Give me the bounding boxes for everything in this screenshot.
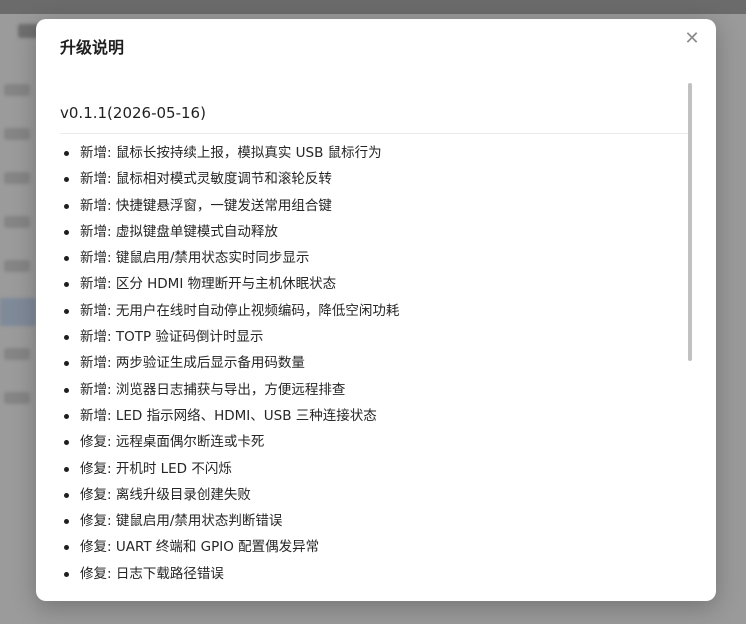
release-notes-content[interactable]: v0.1.1(2026-05-16) 新增: 鼠标长按持续上报，模拟真实 USB… [60, 91, 690, 601]
background-sidebar-item [4, 172, 30, 184]
bullet-icon [64, 177, 69, 183]
scrollbar-thumb[interactable] [688, 83, 692, 361]
bullet-icon [64, 571, 69, 577]
background-sidebar-item [4, 260, 30, 272]
bullet-icon [64, 413, 69, 419]
changelog-item: 修复: 远程桌面偶尔断连或卡死 [60, 429, 690, 455]
changelog-item-text: 修复: UART 终端和 GPIO 配置偶发异常 [80, 539, 320, 556]
bullet-icon [64, 519, 69, 525]
changelog-item: 新增: LED 指示网络、HDMI、USB 三种连接状态 [60, 403, 690, 429]
version-heading: v0.1.1(2026-05-16) [60, 91, 690, 134]
changelog-item-text: 新增: 键鼠启用/禁用状态实时同步显示 [80, 250, 310, 267]
background-sidebar-item [4, 348, 30, 360]
scrollbar[interactable] [688, 83, 692, 601]
bullet-icon [64, 282, 69, 288]
changelog-item-text: 新增: LED 指示网络、HDMI、USB 三种连接状态 [80, 407, 377, 424]
changelog-item: 新增: 键鼠启用/禁用状态实时同步显示 [60, 245, 690, 271]
background-sidebar-item [4, 216, 30, 228]
bullet-icon [64, 335, 69, 341]
close-icon: ✕ [684, 28, 700, 49]
close-button[interactable]: ✕ [682, 29, 702, 49]
background-sidebar-item [4, 392, 30, 404]
changelog-item-text: 新增: 无用户在线时自动停止视频编码，降低空闲功耗 [80, 302, 400, 319]
bullet-icon [64, 545, 69, 551]
background-sidebar-item [4, 128, 30, 140]
changelog-item: 新增: 区分 HDMI 物理断开与主机休眠状态 [60, 271, 690, 297]
bullet-icon [64, 256, 69, 262]
bullet-icon [64, 361, 69, 367]
bullet-icon [64, 151, 69, 156]
bullet-icon [64, 229, 69, 235]
upgrade-notes-dialog: 升级说明 ✕ v0.1.1(2026-05-16) 新增: 鼠标长按持续上报，模… [36, 19, 716, 601]
changelog-item: 新增: TOTP 验证码倒计时显示 [60, 324, 690, 350]
bullet-icon [64, 440, 69, 446]
dialog-title: 升级说明 [60, 38, 125, 57]
bullet-icon [64, 203, 69, 209]
changelog-item-text: 新增: 虚拟键盘单键模式自动释放 [80, 223, 278, 240]
changelog-item: 新增: 两步验证生成后显示备用码数量 [60, 350, 690, 376]
changelog-item: 新增: 鼠标长按持续上报，模拟真实 USB 鼠标行为 [60, 140, 690, 166]
changelog-item-text: 修复: 离线升级目录创建失败 [80, 486, 251, 503]
bullet-icon [64, 387, 69, 393]
changelog-item: 修复: 开机时 LED 不闪烁 [60, 456, 690, 482]
changelog-item-text: 修复: 日志下载路径错误 [80, 565, 224, 582]
changelog-item: 修复: 日志下载路径错误 [60, 561, 690, 587]
changelog-item-text: 新增: 两步验证生成后显示备用码数量 [80, 355, 305, 372]
changelog-item-text: 新增: 区分 HDMI 物理断开与主机休眠状态 [80, 276, 337, 293]
background-sidebar-item-active [0, 298, 36, 326]
changelog-item-text: 新增: 快捷键悬浮窗，一键发送常用组合键 [80, 197, 332, 214]
changelog-item: 修复: UART 终端和 GPIO 配置偶发异常 [60, 534, 690, 560]
background-sidebar [0, 14, 36, 624]
background-top-bar [0, 0, 746, 14]
changelog-item-text: 新增: 鼠标长按持续上报，模拟真实 USB 鼠标行为 [80, 145, 382, 161]
changelog-item-text: 新增: TOTP 验证码倒计时显示 [80, 329, 264, 346]
changelog-item: 修复: 离线升级目录创建失败 [60, 482, 690, 508]
changelog-item: 新增: 无用户在线时自动停止视频编码，降低空闲功耗 [60, 298, 690, 324]
changelog-item: 新增: 虚拟键盘单键模式自动释放 [60, 219, 690, 245]
bullet-icon [64, 466, 69, 472]
changelog-item-text: 修复: 远程桌面偶尔断连或卡死 [80, 434, 265, 451]
changelog-item-text: 修复: 开机时 LED 不闪烁 [80, 460, 232, 477]
background-sidebar-item [4, 84, 30, 96]
changelog-item: 修复: 键鼠启用/禁用状态判断错误 [60, 508, 690, 534]
changelog-item-text: 修复: 键鼠启用/禁用状态判断错误 [80, 513, 283, 530]
changelog-item-text: 新增: 鼠标相对模式灵敏度调节和滚轮反转 [80, 171, 332, 188]
changelog-item: 新增: 浏览器日志捕获与导出，方便远程排查 [60, 377, 690, 403]
bullet-icon [64, 308, 69, 314]
bullet-icon [64, 492, 69, 498]
changelog-item: 新增: 快捷键悬浮窗，一键发送常用组合键 [60, 193, 690, 219]
changelog-list: 新增: 鼠标长按持续上报，模拟真实 USB 鼠标行为 新增: 鼠标相对模式灵敏度调… [60, 140, 690, 587]
changelog-item-text: 新增: 浏览器日志捕获与导出，方便远程排查 [80, 381, 346, 398]
changelog-item: 新增: 鼠标相对模式灵敏度调节和滚轮反转 [60, 166, 690, 192]
